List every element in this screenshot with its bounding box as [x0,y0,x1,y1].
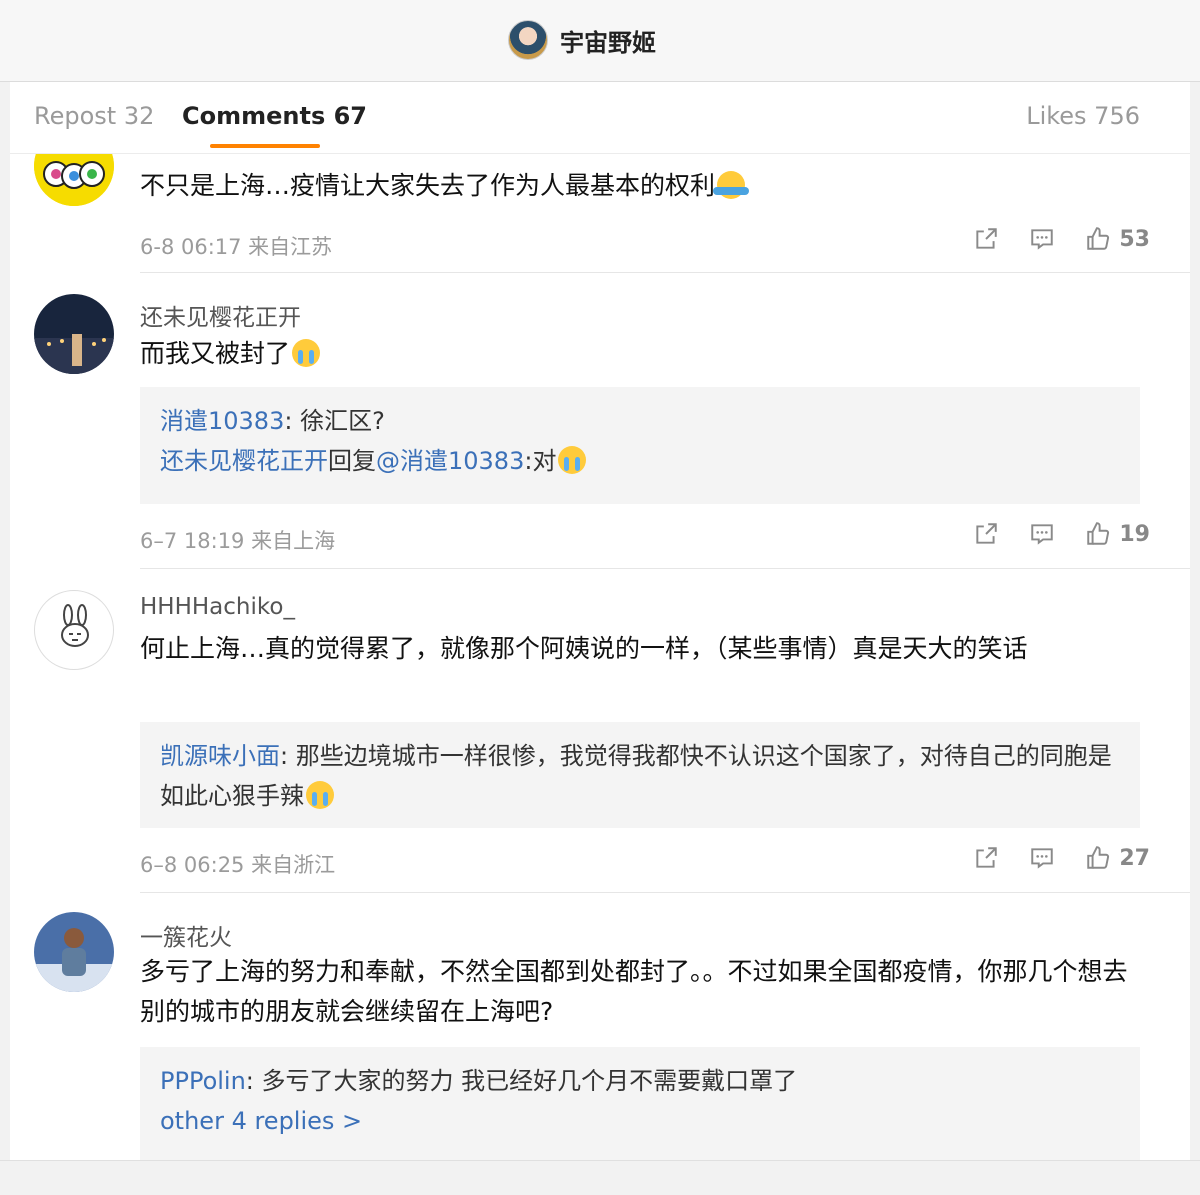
tab-bar: Repost 32 Comments 67 Likes 756 [10,82,1190,154]
top-bar: 宇宙野姬 [0,0,1200,82]
thumbs-up-icon [1087,522,1110,545]
reply-box: 消遣10383: 徐汇区? 还未见樱花正开回复@消遣10383:对 [140,387,1140,504]
avatar[interactable] [34,912,114,992]
night-city-avatar-icon [34,294,114,374]
reply-icon[interactable] [1029,845,1055,871]
bunny-avatar-icon [61,604,89,647]
avatar[interactable] [34,294,114,374]
comment-meta: 6–7 18:19 来自上海 [140,529,336,553]
profile-header[interactable]: 宇宙野姬 [508,18,656,62]
mention-link[interactable]: @消遣10383 [376,447,524,475]
share-icon[interactable] [973,845,999,871]
reply-item: 消遣10383: 徐汇区? [160,407,385,435]
avatar[interactable] [34,590,114,670]
reply-box: 凯源味小面: 那些边境城市一样很惨，我觉得我都快不认识这个国家了，对待自己的同胞… [140,722,1140,828]
athlete-avatar-icon [34,912,114,992]
tab-likes[interactable]: Likes 756 [1026,102,1140,130]
bottom-bar [0,1160,1200,1195]
reply-item: PPPolin: 多亏了大家的努力 我已经好几个月不需要戴口罩了 [160,1067,798,1095]
like-button[interactable]: 27 [1085,845,1150,871]
comment-username[interactable]: HHHHachiko_ [140,594,295,620]
comment-text: 不只是上海…疫情让大家失去了作为人最基本的权利 [140,166,1140,206]
divider [140,568,1190,569]
comment-meta: 6–8 06:25 来自浙江 [140,853,336,877]
comment-text: 何止上海…真的觉得累了，就像那个阿姨说的一样，（某些事情）真是天大的笑话 [140,634,1028,663]
crying-emoji-icon [306,781,334,809]
reply-item: 还未见樱花正开回复@消遣10383:对 [160,441,1120,481]
share-icon[interactable] [973,226,999,252]
shrug-emoji-icon [713,171,750,199]
active-tab-indicator [210,144,320,148]
reply-username[interactable]: 凯源味小面 [160,742,280,770]
more-replies-link[interactable]: other 4 replies > [160,1101,1120,1141]
divider [140,272,1190,273]
profile-avatar[interactable] [508,20,548,60]
comment-username[interactable]: 还未见樱花正开 [140,298,301,332]
thumbs-up-icon [1087,227,1110,250]
crying-emoji-icon [292,339,321,367]
comment-text: 多亏了上海的努力和奉献，不然全国都到处都封了。。不过如果全国都疫情，你那几个想去… [140,957,1128,1026]
like-button[interactable]: 53 [1085,226,1150,252]
comment-actions: 53 [943,226,1150,252]
reply-item: 凯源味小面: 那些边境城市一样很惨，我觉得我都快不认识这个国家了，对待自己的同胞… [160,742,1112,810]
comment-meta: 6-8 06:17 来自江苏 [140,235,333,259]
thumbs-up-icon [1087,846,1110,869]
share-icon[interactable] [973,521,999,547]
comment-actions: 19 [943,521,1150,547]
like-count: 53 [1119,226,1150,252]
tab-repost[interactable]: Repost 32 [34,102,154,130]
profile-name[interactable]: 宇宙野姬 [560,23,656,58]
reply-username[interactable]: PPPolin [160,1067,246,1095]
divider [140,892,1190,893]
post-detail-card: 不只是上海…疫情让大家失去了作为人最基本的权利 6-8 06:17 来自江苏 5… [10,82,1190,1160]
like-button[interactable]: 19 [1085,521,1150,547]
tab-comments[interactable]: Comments 67 [182,102,367,130]
like-count: 27 [1119,845,1150,871]
reply-username[interactable]: 消遣10383 [160,407,284,435]
comment-actions: 27 [943,845,1150,871]
reply-username[interactable]: 还未见樱花正开 [160,447,328,475]
reply-icon[interactable] [1029,226,1055,252]
reply-icon[interactable] [1029,521,1055,547]
like-count: 19 [1119,521,1150,547]
reply-box: PPPolin: 多亏了大家的努力 我已经好几个月不需要戴口罩了 other 4… [140,1047,1140,1160]
comment-username[interactable]: 一簇花火 [140,918,232,952]
comment-text: 而我又被封了 [140,334,1140,374]
crying-emoji-icon [558,446,587,474]
